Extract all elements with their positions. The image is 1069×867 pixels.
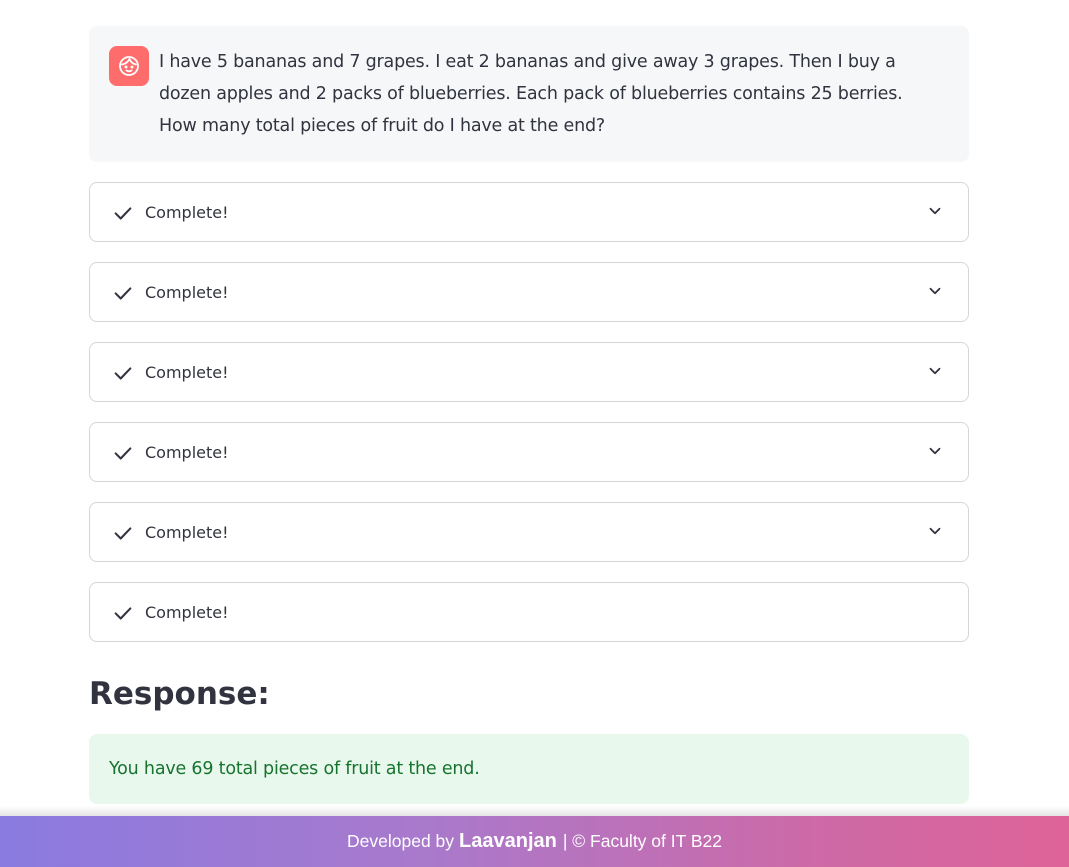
response-success-box: You have 69 total pieces of fruit at the… (89, 734, 969, 804)
status-expander-2[interactable]: Complete! (89, 262, 969, 322)
check-icon (114, 607, 132, 620)
footer: Developed by Laavanjan | © Faculty of IT… (0, 816, 1069, 867)
chevron-down-icon[interactable] (926, 522, 944, 540)
check-icon (114, 207, 132, 220)
status-expander-4[interactable]: Complete! (89, 422, 969, 482)
status-expander-6: Complete! (89, 582, 969, 642)
expander-label: Complete! (145, 363, 229, 382)
user-avatar (109, 46, 149, 86)
chevron-down-icon[interactable] (926, 362, 944, 380)
response-heading: Response: (89, 676, 270, 712)
check-icon (114, 287, 132, 300)
expander-label: Complete! (145, 203, 229, 222)
status-expander-5[interactable]: Complete! (89, 502, 969, 562)
footer-author: Laavanjan (459, 830, 557, 852)
footer-shadow (0, 806, 1069, 816)
face-icon (119, 56, 139, 76)
response-text: You have 69 total pieces of fruit at the… (109, 759, 480, 779)
check-icon (114, 367, 132, 380)
user-chat-message: I have 5 bananas and 7 grapes. I eat 2 b… (89, 26, 969, 162)
status-expander-3[interactable]: Complete! (89, 342, 969, 402)
expander-label: Complete! (145, 443, 229, 462)
expander-label: Complete! (145, 283, 229, 302)
chevron-down-icon[interactable] (926, 282, 944, 300)
user-message-text: I have 5 bananas and 7 grapes. I eat 2 b… (159, 52, 903, 136)
chevron-down-icon[interactable] (926, 442, 944, 460)
expander-label: Complete! (145, 523, 229, 542)
chevron-down-icon[interactable] (926, 202, 944, 220)
footer-prefix: Developed by (347, 831, 455, 851)
app-page: I have 5 bananas and 7 grapes. I eat 2 b… (0, 0, 1069, 867)
check-icon (114, 447, 132, 460)
footer-suffix: | © Faculty of IT B22 (562, 831, 722, 851)
expander-label: Complete! (145, 603, 229, 622)
status-expander-1[interactable]: Complete! (89, 182, 969, 242)
check-icon (114, 527, 132, 540)
